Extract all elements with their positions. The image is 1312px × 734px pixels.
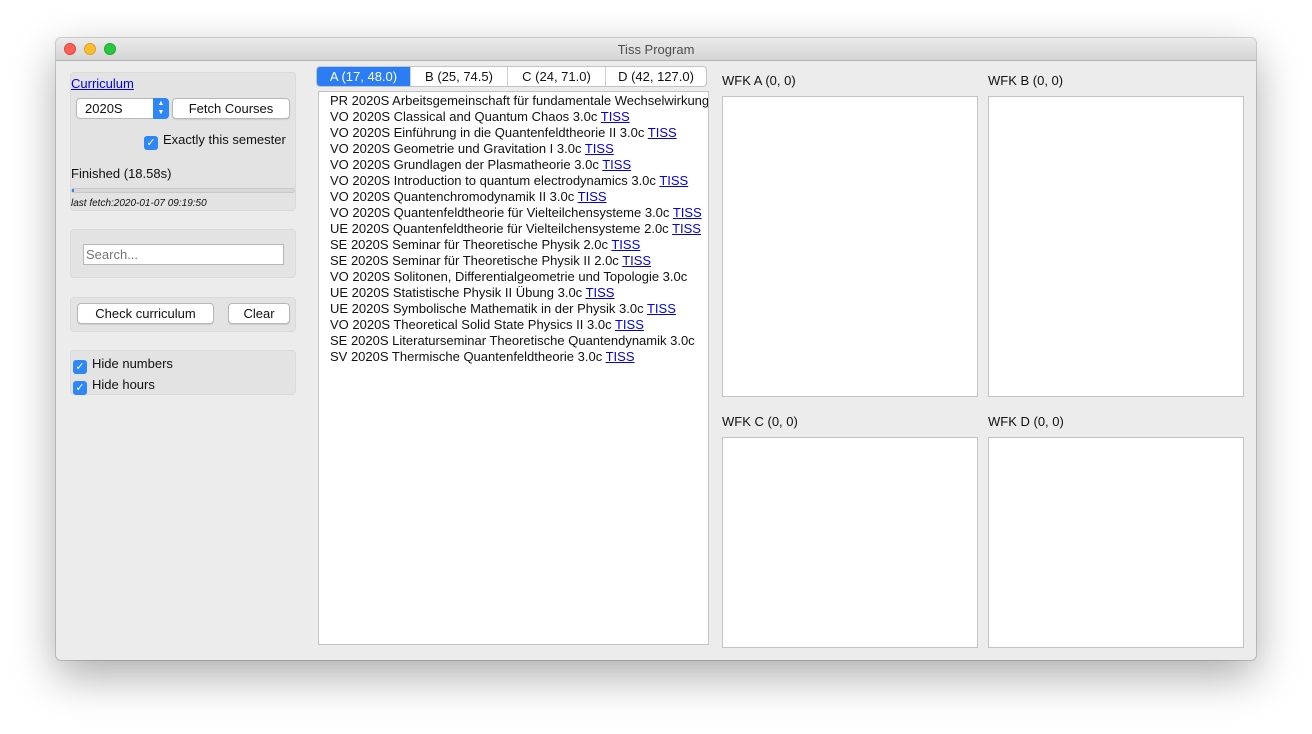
tiss-link[interactable]: TISS (601, 109, 630, 124)
course-row: VO 2020S Grundlagen der Plasmatheorie 3.… (330, 157, 631, 173)
wfk-d-list[interactable] (988, 437, 1244, 648)
wfk-a-label: WFK A (0, 0) (722, 73, 796, 88)
course-row: VO 2020S Theoretical Solid State Physics… (330, 317, 644, 333)
tiss-link[interactable]: TISS (606, 349, 635, 364)
course-row: VO 2020S Geometrie und Gravitation I 3.0… (330, 141, 614, 157)
curriculum-link[interactable]: Curriculum (71, 76, 134, 91)
clear-button[interactable]: Clear (228, 303, 290, 324)
course-title: VO 2020S Einführung in die Quantenfeldth… (330, 125, 645, 140)
course-row: VO 2020S Quantenfeldtheorie für Vielteil… (330, 205, 702, 221)
last-fetch-time: last fetch:2020-01-07 09:19:50 (71, 198, 207, 209)
course-title: UE 2020S Symbolische Mathematik in der P… (330, 301, 644, 316)
course-title: SV 2020S Thermische Quantenfeldtheorie 3… (330, 349, 603, 364)
course-list[interactable]: PR 2020S Arbeitsgemeinschaft für fundame… (318, 91, 709, 645)
course-row: UE 2020S Quantenfeldtheorie für Vielteil… (330, 221, 701, 237)
checkmark-icon: ✓ (144, 136, 158, 150)
semester-select-value: 2020S (85, 101, 123, 116)
exactly-semester-checkbox[interactable]: ✓ Exactly this semester (144, 132, 286, 150)
course-title: VO 2020S Grundlagen der Plasmatheorie 3.… (330, 157, 599, 172)
course-title: SE 2020S Seminar für Theoretische Physik… (330, 253, 619, 268)
course-title: VO 2020S Introduction to quantum electro… (330, 173, 656, 188)
fetch-status: Finished (18.58s) (71, 166, 172, 181)
course-row: UE 2020S Statistische Physik II Übung 3.… (330, 285, 614, 301)
hide-numbers-checkbox[interactable]: ✓ Hide numbers (73, 356, 173, 374)
course-row: SE 2020S Seminar für Theoretische Physik… (330, 253, 651, 269)
course-row: VO 2020S Einführung in die Quantenfeldth… (330, 125, 677, 141)
tiss-link[interactable]: TISS (647, 301, 676, 316)
course-row: PR 2020S Arbeitsgemeinschaft für fundame… (330, 93, 709, 109)
tiss-link[interactable]: TISS (672, 221, 701, 236)
tab-b[interactable]: B (25, 74.5) (411, 67, 508, 86)
title-bar[interactable]: Tiss Program (56, 38, 1256, 61)
tiss-link[interactable]: TISS (586, 285, 615, 300)
tiss-link[interactable]: TISS (622, 253, 651, 268)
course-row: VO 2020S Introduction to quantum electro… (330, 173, 688, 189)
exactly-semester-label: Exactly this semester (163, 132, 286, 147)
course-title: UE 2020S Statistische Physik II Übung 3.… (330, 285, 583, 300)
course-title: VO 2020S Quantenchromodynamik II 3.0c (330, 189, 575, 204)
tiss-link[interactable]: TISS (648, 125, 677, 140)
tiss-link[interactable]: TISS (673, 205, 702, 220)
course-title: VO 2020S Classical and Quantum Chaos 3.0… (330, 109, 598, 124)
course-title: SE 2020S Seminar für Theoretische Physik… (330, 237, 608, 252)
course-title: VO 2020S Quantenfeldtheorie für Vielteil… (330, 205, 670, 220)
wfk-c-list[interactable] (722, 437, 978, 648)
tab-d[interactable]: D (42, 127.0) (606, 67, 706, 86)
course-row: UE 2020S Symbolische Mathematik in der P… (330, 301, 676, 317)
course-row: VO 2020S Quantenchromodynamik II 3.0c TI… (330, 189, 607, 205)
wfk-c-label: WFK C (0, 0) (722, 414, 798, 429)
course-title: VO 2020S Geometrie und Gravitation I 3.0… (330, 141, 582, 156)
fetch-courses-button[interactable]: Fetch Courses (172, 98, 290, 119)
course-title: VO 2020S Solitonen, Differentialgeometri… (330, 269, 688, 284)
wfk-a-list[interactable] (722, 96, 978, 397)
window-title: Tiss Program (617, 42, 695, 57)
course-row: SE 2020S Seminar für Theoretische Physik… (330, 237, 640, 253)
check-curriculum-button[interactable]: Check curriculum (77, 303, 214, 324)
hide-hours-checkbox[interactable]: ✓ Hide hours (73, 377, 155, 395)
wfk-b-list[interactable] (988, 96, 1244, 397)
course-row: SV 2020S Thermische Quantenfeldtheorie 3… (330, 349, 635, 365)
progress-fill (72, 189, 74, 192)
tiss-link[interactable]: TISS (602, 157, 631, 172)
tiss-link[interactable]: TISS (578, 189, 607, 204)
fetch-progress-bar (71, 188, 295, 193)
wfk-d-label: WFK D (0, 0) (988, 414, 1064, 429)
tiss-link[interactable]: TISS (611, 237, 640, 252)
course-title: UE 2020S Quantenfeldtheorie für Vielteil… (330, 221, 669, 236)
course-title: SE 2020S Literaturseminar Theoretische Q… (330, 333, 695, 348)
course-row: SE 2020S Literaturseminar Theoretische Q… (330, 333, 695, 349)
category-tabs: A (17, 48.0) B (25, 74.5) C (24, 71.0) D… (316, 66, 707, 87)
semester-select[interactable]: 2020S ▲ ▼ (76, 98, 169, 119)
hide-numbers-label: Hide numbers (92, 356, 173, 371)
stepper-arrows-icon: ▲ ▼ (153, 98, 169, 119)
tiss-link[interactable]: TISS (659, 173, 688, 188)
course-title: PR 2020S Arbeitsgemeinschaft für fundame… (330, 93, 709, 108)
wfk-b-label: WFK B (0, 0) (988, 73, 1064, 88)
checkmark-icon: ✓ (73, 360, 87, 374)
tiss-link[interactable]: TISS (585, 141, 614, 156)
hide-hours-label: Hide hours (92, 377, 155, 392)
tab-c[interactable]: C (24, 71.0) (508, 67, 606, 86)
checkmark-icon: ✓ (73, 381, 87, 395)
course-row: VO 2020S Classical and Quantum Chaos 3.0… (330, 109, 630, 125)
search-input[interactable] (83, 244, 284, 265)
app-window: Tiss Program Curriculum 2020S ▲ ▼ Fetch C… (56, 38, 1256, 660)
course-row: VO 2020S Solitonen, Differentialgeometri… (330, 269, 687, 285)
course-title: VO 2020S Theoretical Solid State Physics… (330, 317, 612, 332)
tab-a[interactable]: A (17, 48.0) (317, 67, 411, 86)
tiss-link[interactable]: TISS (615, 317, 644, 332)
